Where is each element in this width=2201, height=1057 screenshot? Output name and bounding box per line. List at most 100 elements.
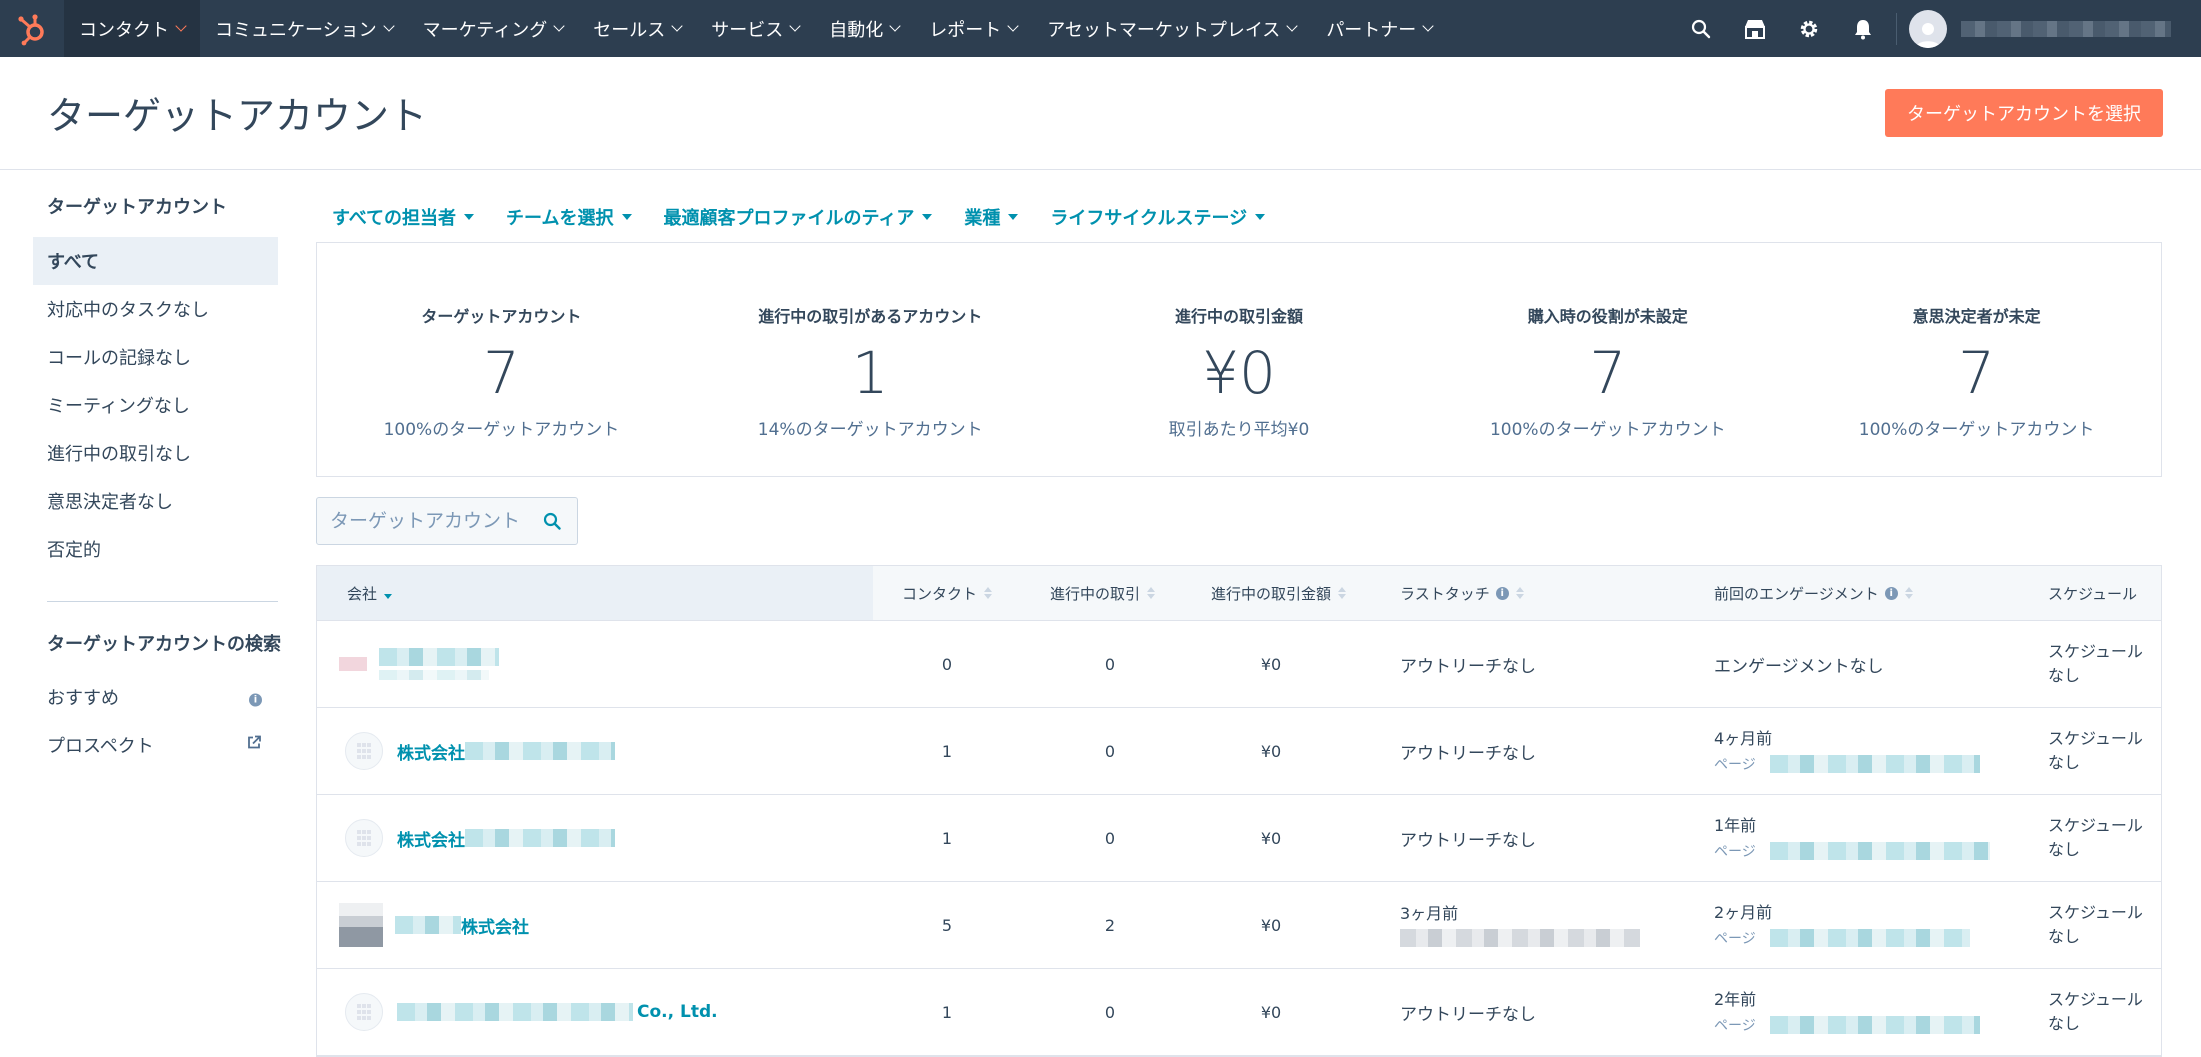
last-engagement-cell: 1年前 ページ	[1714, 795, 1990, 881]
nav-item-sales[interactable]: セールス	[578, 0, 696, 57]
gear-icon[interactable]	[1782, 0, 1836, 57]
column-header-company[interactable]: 会社	[317, 566, 873, 620]
filter-icp-tier-dropdown[interactable]: 最適顧客プロファイルのティア	[664, 203, 933, 231]
table-header: 会社 コンタクト 進行中の取引 進行中の取引金額 ラストタッチ i 前回のエンゲ…	[317, 566, 2161, 621]
sidebar-item-no-calls[interactable]: コールの記録なし	[33, 333, 278, 381]
search-input[interactable]	[317, 509, 532, 533]
avatar[interactable]	[1909, 9, 1947, 48]
nav-item-label: セールス	[593, 19, 666, 41]
nav-item-reports[interactable]: レポート	[914, 0, 1032, 57]
nav-item-label: アセットマーケットプレイス	[1047, 19, 1281, 41]
page-name-redacted[interactable]	[1769, 755, 1980, 773]
filter-owner-dropdown[interactable]: すべての担当者	[332, 203, 475, 231]
sidebar-item-label: ミーティングなし	[47, 396, 190, 417]
company-cell[interactable]: 株式会社	[345, 708, 615, 794]
table-row[interactable]: 0 0 ¥0 アウトリーチなし エンゲージメントなし スケジュールなし	[317, 621, 2161, 708]
sidebar-item-no-open-tasks[interactable]: 対応中のタスクなし	[33, 285, 278, 333]
sidebar-heading: ターゲットアカウント	[47, 197, 227, 218]
contacts-count: 5	[941, 915, 953, 935]
nav-item-conversations[interactable]: コミュニケーション	[200, 0, 408, 57]
company-cell[interactable]	[339, 621, 499, 707]
engagement-type-label: ページ	[1714, 757, 1756, 773]
chevron-down-icon	[1286, 19, 1298, 32]
column-header-open-deals[interactable]: 進行中の取引	[1050, 566, 1156, 620]
company-logo	[339, 657, 367, 671]
nav-item-asset-marketplace[interactable]: アセットマーケットプレイス	[1032, 0, 1311, 57]
stat-value: 7	[1958, 339, 1996, 407]
sidebar-item-prospects[interactable]: プロスペクト	[33, 721, 278, 769]
building-icon	[345, 819, 383, 857]
table-row[interactable]: 株式会社 1 0 ¥0 アウトリーチなし 1年前 ページ スケジュールなし	[317, 795, 2161, 882]
page-name-redacted[interactable]	[1769, 1016, 1980, 1034]
table-row[interactable]: Co., Ltd. 1 0 ¥0 アウトリーチなし 2年前 ページ スケジュール…	[317, 969, 2161, 1056]
nav-item-marketing[interactable]: マーケティング	[408, 0, 579, 57]
stat-subtext: 14%のターゲットアカウント	[757, 420, 983, 440]
company-name-link[interactable]: 株式会社	[397, 826, 465, 851]
company-name-link[interactable]: 株式会社	[397, 739, 465, 764]
info-icon[interactable]: i	[249, 687, 262, 708]
company-cell[interactable]: Co., Ltd.	[345, 969, 718, 1055]
nav-item-partner[interactable]: パートナー	[1311, 0, 1447, 57]
filter-industry-dropdown[interactable]: 業種	[964, 203, 1019, 231]
column-header-last-touch[interactable]: ラストタッチ i	[1400, 566, 1524, 620]
filter-label: すべての担当者	[332, 208, 457, 229]
filter-team-dropdown[interactable]: チームを選択	[506, 203, 632, 231]
schedule-status: スケジュールなし	[2048, 729, 2143, 772]
company-name-redacted[interactable]	[379, 648, 499, 680]
stat-label: 進行中の取引があるアカウント	[758, 307, 983, 326]
search-icon[interactable]	[543, 512, 561, 534]
open-deals-count: 0	[1104, 654, 1116, 674]
column-header-contacts[interactable]: コンタクト	[902, 566, 993, 620]
sidebar-item-no-open-deals[interactable]: 進行中の取引なし	[33, 429, 278, 477]
sort-descending-icon	[384, 587, 393, 599]
select-target-accounts-button[interactable]: ターゲットアカウントを選択	[1885, 89, 2163, 137]
nav-item-automation[interactable]: 自動化	[814, 0, 914, 57]
marketplace-icon[interactable]	[1728, 0, 1782, 57]
schedule-status: スケジュールなし	[2048, 642, 2143, 685]
nav-item-service[interactable]: サービス	[696, 0, 814, 57]
search-icon[interactable]	[1674, 0, 1728, 57]
hubspot-logo-icon[interactable]	[0, 0, 64, 57]
company-name-link[interactable]: Co., Ltd.	[637, 1002, 718, 1022]
sidebar-item-no-decision-maker[interactable]: 意思決定者なし	[33, 477, 278, 525]
column-label: 進行中の取引	[1050, 584, 1141, 603]
caret-down-icon	[1255, 214, 1266, 220]
chevron-down-icon	[175, 19, 187, 32]
stat-subtext: 100%のターゲットアカウント	[383, 420, 620, 440]
stat-value: ¥0	[1202, 339, 1276, 407]
open-deal-amount: ¥0	[1260, 654, 1282, 674]
column-header-open-deal-amount[interactable]: 進行中の取引金額	[1211, 566, 1347, 620]
filter-lifecycle-stage-dropdown[interactable]: ライフサイクルステージ	[1050, 203, 1266, 231]
top-navigation-bar: コンタクト コミュニケーション マーケティング セールス サービス 自動化 レポ…	[0, 0, 2201, 57]
caret-down-icon	[464, 214, 475, 220]
company-name-link[interactable]: 株式会社	[461, 913, 529, 938]
company-logo	[339, 903, 383, 947]
outreach-detail-redacted[interactable]	[1400, 929, 1640, 947]
sidebar-item-negative[interactable]: 否定的	[33, 525, 278, 573]
table-row[interactable]: 株式会社 1 0 ¥0 アウトリーチなし 4ヶ月前 ページ スケジュールなし	[317, 708, 2161, 795]
sidebar-item-no-meetings[interactable]: ミーティングなし	[33, 381, 278, 429]
page-name-redacted[interactable]	[1769, 842, 1990, 860]
sidebar-item-recommended[interactable]: おすすめ i	[33, 673, 278, 721]
bell-icon[interactable]	[1836, 0, 1890, 57]
sidebar-item-all[interactable]: すべて	[33, 237, 278, 285]
info-icon[interactable]: i	[1884, 586, 1898, 600]
filter-label: 業種	[964, 208, 1001, 229]
target-account-search	[316, 497, 578, 545]
column-label: 進行中の取引金額	[1211, 584, 1332, 603]
caret-down-icon	[922, 214, 933, 220]
company-cell[interactable]: 株式会社	[345, 795, 615, 881]
external-link-icon[interactable]	[246, 735, 262, 756]
stat-value: 7	[1589, 339, 1627, 407]
page-name-redacted[interactable]	[1769, 929, 1970, 947]
column-header-last-engagement[interactable]: 前回のエンゲージメント i	[1714, 566, 1913, 620]
last-touch: アウトリーチなし	[1400, 1004, 1536, 1025]
nav-item-contacts[interactable]: コンタクト	[64, 0, 200, 57]
company-name-redacted	[397, 1003, 633, 1021]
account-name-redacted[interactable]	[1961, 20, 2171, 37]
last-engagement: 1年前	[1714, 816, 1757, 835]
company-cell[interactable]: 株式会社	[339, 882, 529, 968]
table-row[interactable]: 株式会社 5 2 ¥0 3ヶ月前 2ヶ月前 ページ スケジュールなし	[317, 882, 2161, 969]
last-engagement: エンゲージメントなし	[1714, 656, 1884, 677]
info-icon[interactable]: i	[1495, 586, 1509, 600]
